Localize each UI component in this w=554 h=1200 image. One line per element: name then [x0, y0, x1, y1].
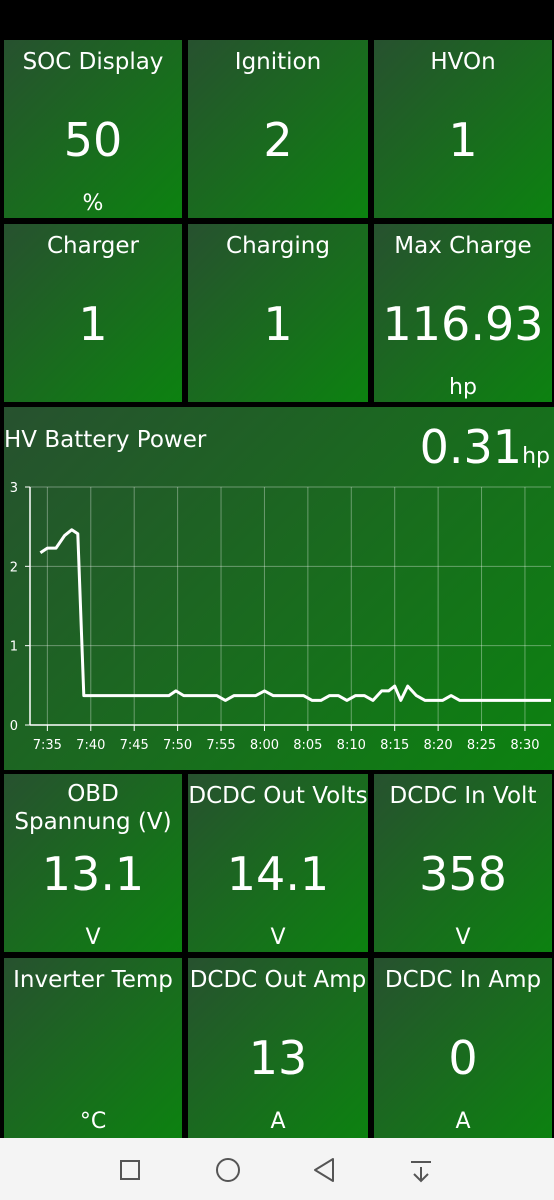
tile-value: 13.1	[41, 847, 145, 901]
tile-value: 14.1	[226, 847, 330, 901]
navigation-bar	[0, 1138, 554, 1200]
tile-hv-battery-power[interactable]: HV Battery Power 0.31hp 0 1 2 3 7:35 7:40 7:45…	[4, 407, 554, 770]
x-tick-label: 8:15	[380, 738, 409, 753]
notification-pull-icon[interactable]	[405, 1154, 437, 1186]
x-tick-label: 8:10	[337, 738, 366, 753]
tile-title: Max Charge	[394, 233, 532, 259]
tile-hvon[interactable]: HVOn 1	[374, 40, 552, 218]
tile-unit: A	[455, 1109, 471, 1134]
battery-power-chart: 0 1 2 3 7:35 7:40 7:45 7:50 7:55 8:00 8:05 8:10 8:15…	[10, 481, 551, 753]
x-tick-label: 8:00	[250, 738, 279, 753]
x-tick-label: 7:40	[76, 738, 105, 753]
battery-power-line	[39, 528, 551, 702]
back-icon[interactable]	[308, 1154, 340, 1186]
tile-unit: hp	[449, 375, 477, 400]
tile-dcdc-out-volts[interactable]: DCDC Out Volts 14.1 V	[188, 774, 368, 952]
x-tick-label: 7:45	[120, 738, 149, 753]
tile-title: DCDC In Amp	[384, 967, 542, 993]
x-tick-label: 7:50	[163, 738, 192, 753]
tile-unit: V	[270, 925, 286, 950]
tile-title: Ignition	[234, 49, 322, 75]
y-tick-label: 1	[10, 640, 18, 655]
tile-title: DCDC Out Amp	[189, 967, 367, 993]
tile-unit: V	[455, 925, 471, 950]
tile-ignition[interactable]: Ignition 2	[188, 40, 368, 218]
tile-unit: V	[85, 925, 101, 950]
x-tick-label: 8:20	[424, 738, 453, 753]
tile-dcdc-in-amp[interactable]: DCDC In Amp 0 A	[374, 958, 552, 1138]
tile-unit: A	[270, 1109, 286, 1134]
x-tick-label: 7:35	[33, 738, 62, 753]
x-tick-label: 8:30	[510, 738, 539, 753]
recent-apps-icon[interactable]	[114, 1154, 146, 1186]
tile-value: 0	[448, 1031, 478, 1085]
tile-value: 1	[78, 297, 108, 351]
tile-max-charge[interactable]: Max Charge 116.93 hp	[374, 224, 552, 402]
tile-obd-spannung[interactable]: OBD Spannung (V) 13.1 V	[4, 774, 182, 952]
tile-value: 116.93	[382, 297, 544, 351]
tile-title: DCDC Out Volts	[188, 783, 368, 809]
tile-soc-display[interactable]: SOC Display 50 %	[4, 40, 182, 218]
tile-value: 50	[63, 113, 123, 167]
y-tick-label: 2	[10, 560, 18, 575]
tile-value: 1	[263, 297, 293, 351]
tile-unit: °C	[79, 1109, 107, 1134]
x-tick-label: 8:05	[293, 738, 322, 753]
y-tick-label: 3	[10, 481, 18, 496]
tile-dcdc-in-volt[interactable]: DCDC In Volt 358 V	[374, 774, 552, 952]
tile-title: HVOn	[430, 49, 496, 75]
tile-title: DCDC In Volt	[389, 783, 537, 809]
tile-value: 358	[419, 847, 507, 901]
x-tick-label: 8:25	[467, 738, 496, 753]
tile-title: Inverter Temp	[13, 967, 173, 993]
y-tick-label: 0	[10, 719, 18, 734]
tile-title: OBD Spannung (V)	[14, 781, 172, 835]
tile-dcdc-out-amp[interactable]: DCDC Out Amp 13 A	[188, 958, 368, 1138]
tile-value: 1	[448, 113, 478, 167]
tile-value: 13	[248, 1031, 308, 1085]
tile-value: 2	[263, 113, 293, 167]
home-icon[interactable]	[212, 1154, 244, 1186]
tile-title: Charger	[47, 233, 139, 259]
status-bar	[0, 0, 554, 38]
x-tick-label: 7:55	[206, 738, 235, 753]
tile-charger[interactable]: Charger 1	[4, 224, 182, 402]
tile-unit: %	[82, 191, 104, 216]
tile-inverter-temp[interactable]: Inverter Temp °C	[4, 958, 182, 1138]
tile-title: Charging	[226, 233, 330, 259]
tile-charging[interactable]: Charging 1	[188, 224, 368, 402]
tile-title: SOC Display	[22, 49, 164, 75]
